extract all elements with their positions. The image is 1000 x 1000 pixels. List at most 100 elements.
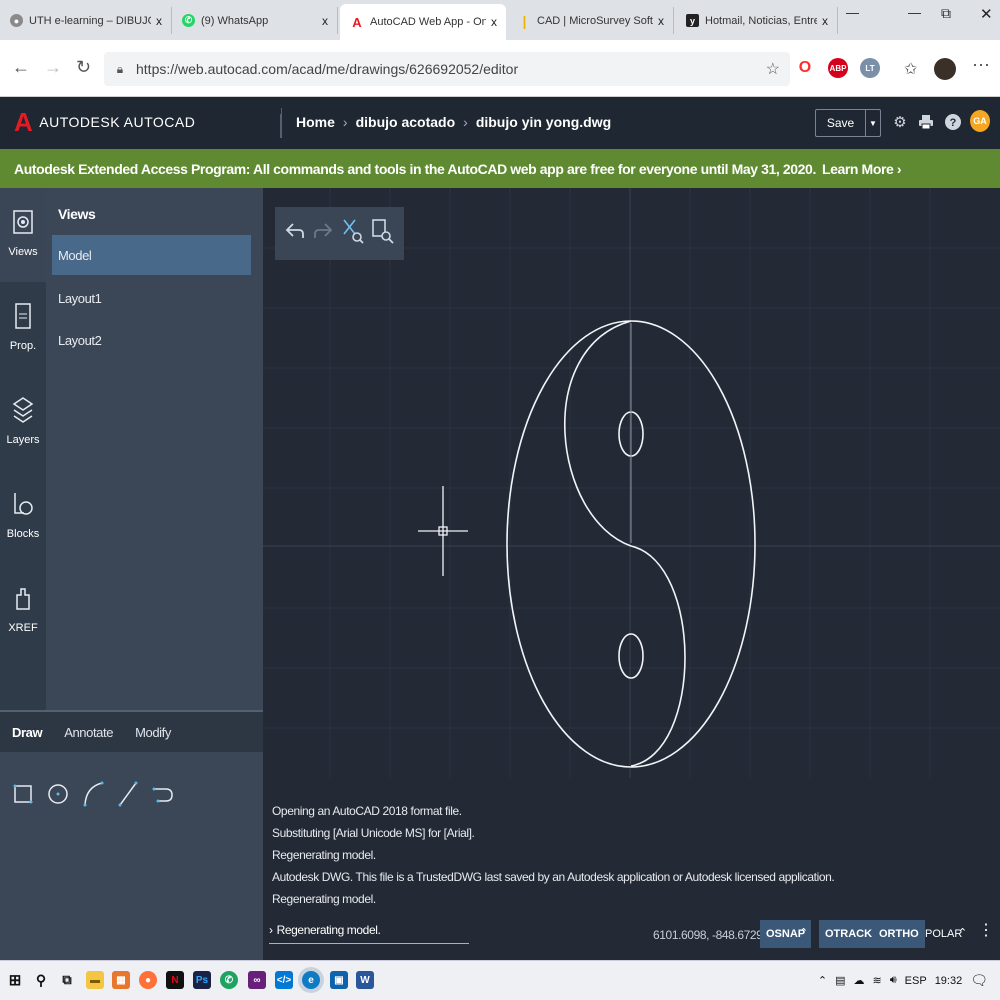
drawing-canvas[interactable]: Opening an AutoCAD 2018 format file. Sub… [263, 188, 1000, 908]
minimize-icon[interactable]: — [908, 5, 921, 20]
print-icon[interactable] [916, 112, 936, 132]
back-icon[interactable]: ← [12, 57, 30, 78]
command-history-line: Autodesk DWG. This file is a TrustedDWG … [272, 870, 835, 884]
favorite-star-icon[interactable]: ☆ [766, 59, 780, 79]
input-language[interactable]: ESP [905, 975, 927, 987]
restore-icon[interactable]: ⧉ [941, 5, 951, 22]
app-header: A AUTODESK AUTOCAD Home › dibujo acotado… [0, 97, 1000, 149]
otrack-toggle[interactable]: OTRACK [819, 920, 879, 948]
undo-redo-toolbar [275, 207, 404, 260]
adblock-extension-icon[interactable]: ABP [828, 58, 848, 78]
tab-close-icon[interactable]: x [817, 14, 833, 28]
browser-tab[interactable]: ✆ (9) WhatsApp x [172, 7, 338, 34]
url-field[interactable]: 🔒︎ https://web.autocad.com/acad/me/drawi… [104, 52, 790, 86]
redo-icon[interactable] [312, 220, 334, 247]
languagetool-extension-icon[interactable]: LT [860, 58, 880, 78]
tab-close-icon[interactable]: x [151, 14, 167, 28]
command-input[interactable]: › Regenerating model. [269, 916, 469, 944]
browser-tab[interactable]: y Hotmail, Noticias, Entretenim x [676, 7, 838, 34]
tab-annotate[interactable]: Annotate [64, 725, 113, 740]
windows-start-icon[interactable]: ⊞ [6, 971, 24, 989]
view-item-model[interactable]: Model [52, 235, 251, 275]
wifi-icon[interactable]: ≋ [873, 974, 882, 987]
help-icon[interactable]: ? [943, 112, 963, 132]
tray-chevron-up-icon[interactable]: ⌃ [818, 974, 827, 987]
learn-more-link[interactable]: Learn More › [822, 161, 902, 177]
gear-icon[interactable]: ⚙ [890, 112, 910, 132]
favorites-icon[interactable]: ✩ [904, 59, 917, 79]
save-button[interactable]: Save ▼ [815, 109, 881, 137]
profile-avatar[interactable] [934, 58, 956, 80]
app-icon[interactable]: ▦ [112, 971, 130, 989]
rail-item-views[interactable]: Views [0, 188, 46, 282]
opera-extension-icon[interactable]: O [795, 58, 815, 78]
polar-options-icon[interactable]: ⌃ [958, 926, 967, 939]
osnap-options-icon[interactable]: ⌃ [799, 926, 808, 939]
tab-close-icon[interactable]: x [653, 14, 669, 28]
rail-item-xref[interactable]: XREF [0, 564, 46, 658]
new-tab-button[interactable]: — [846, 5, 859, 20]
volume-icon[interactable]: 🔊︎ [890, 974, 897, 987]
vscode-icon[interactable]: </> [275, 971, 293, 989]
rail-item-properties[interactable]: Prop. [0, 282, 46, 376]
zoom-window-icon[interactable] [371, 218, 395, 249]
window-close-icon[interactable]: ✕ [980, 5, 993, 23]
view-item-layout1[interactable]: Layout1 [52, 278, 251, 318]
command-history-line: Opening an AutoCAD 2018 format file. [272, 804, 462, 818]
blocks-icon [12, 490, 34, 518]
arc-icon[interactable] [82, 780, 104, 808]
more-menu-icon[interactable]: ⋯ [972, 55, 990, 76]
app-icon[interactable]: ▣ [330, 971, 348, 989]
browser-tab-active[interactable]: A AutoCAD Web App - Online C x [340, 4, 506, 40]
task-view-icon[interactable]: ⧉ [58, 971, 76, 989]
autodesk-logo[interactable]: A AUTODESK AUTOCAD [14, 109, 196, 135]
network-icon[interactable]: ▤ [835, 974, 845, 987]
undo-icon[interactable] [284, 220, 306, 247]
netflix-icon[interactable]: N [166, 971, 184, 989]
edge-icon[interactable]: e [302, 971, 320, 989]
line-icon[interactable] [117, 780, 139, 808]
browser-tab[interactable]: ● UTH e-learning – DIBUJO TEC x [0, 7, 172, 34]
circle-icon[interactable] [47, 780, 69, 808]
rail-label: Layers [6, 434, 40, 446]
breadcrumb-folder[interactable]: dibujo acotado [356, 114, 456, 138]
command-prompt-icon: › [269, 922, 273, 937]
zoom-extents-icon[interactable] [341, 218, 365, 249]
cloud-icon[interactable]: ☁ [854, 974, 865, 987]
chevron-down-icon[interactable]: ▼ [866, 110, 880, 136]
tab-close-icon[interactable]: x [317, 14, 333, 28]
search-icon[interactable]: ⚲ [32, 971, 50, 989]
rectangle-icon[interactable] [12, 780, 34, 808]
ortho-toggle[interactable]: ORTHO [873, 920, 925, 948]
brand-name: AUTODESK AUTOCAD [39, 114, 196, 130]
photoshop-icon[interactable]: Ps [193, 971, 211, 989]
tab-title: Hotmail, Noticias, Entretenim [705, 14, 817, 27]
tab-modify[interactable]: Modify [135, 725, 171, 740]
yin-yang-drawing [506, 320, 756, 768]
status-more-icon[interactable]: ⋮ [978, 920, 994, 940]
breadcrumb-file: dibujo yin yong.dwg [475, 114, 612, 130]
firefox-icon[interactable]: ● [139, 971, 157, 989]
forward-icon[interactable]: → [44, 57, 62, 78]
user-avatar[interactable]: GA [970, 110, 990, 132]
panel-title: Views [58, 206, 96, 222]
file-explorer-icon[interactable]: ▬ [86, 971, 104, 989]
polyline-icon[interactable] [152, 780, 174, 808]
tab-favicon-icon: ✆ [182, 14, 195, 27]
browser-tab[interactable]: | CAD | MicroSurvey Software x [508, 7, 674, 34]
notifications-icon[interactable]: 🗨︎ [970, 972, 988, 989]
clock[interactable]: 19:32 [935, 975, 963, 987]
whatsapp-icon[interactable]: ✆ [220, 971, 238, 989]
tab-close-icon[interactable]: x [486, 15, 502, 29]
tab-draw[interactable]: Draw [12, 725, 43, 740]
tab-title: (9) WhatsApp [201, 14, 269, 27]
breadcrumb-home[interactable]: Home [296, 114, 335, 138]
save-label[interactable]: Save [816, 110, 866, 136]
rail-label: Blocks [6, 528, 40, 540]
rail-item-layers[interactable]: Layers [0, 376, 46, 470]
word-icon[interactable]: W [356, 971, 374, 989]
rail-item-blocks[interactable]: Blocks [0, 470, 46, 564]
visual-studio-icon[interactable]: ∞ [248, 971, 266, 989]
reload-icon[interactable]: ↻ [76, 57, 91, 78]
view-item-layout2[interactable]: Layout2 [52, 320, 251, 360]
